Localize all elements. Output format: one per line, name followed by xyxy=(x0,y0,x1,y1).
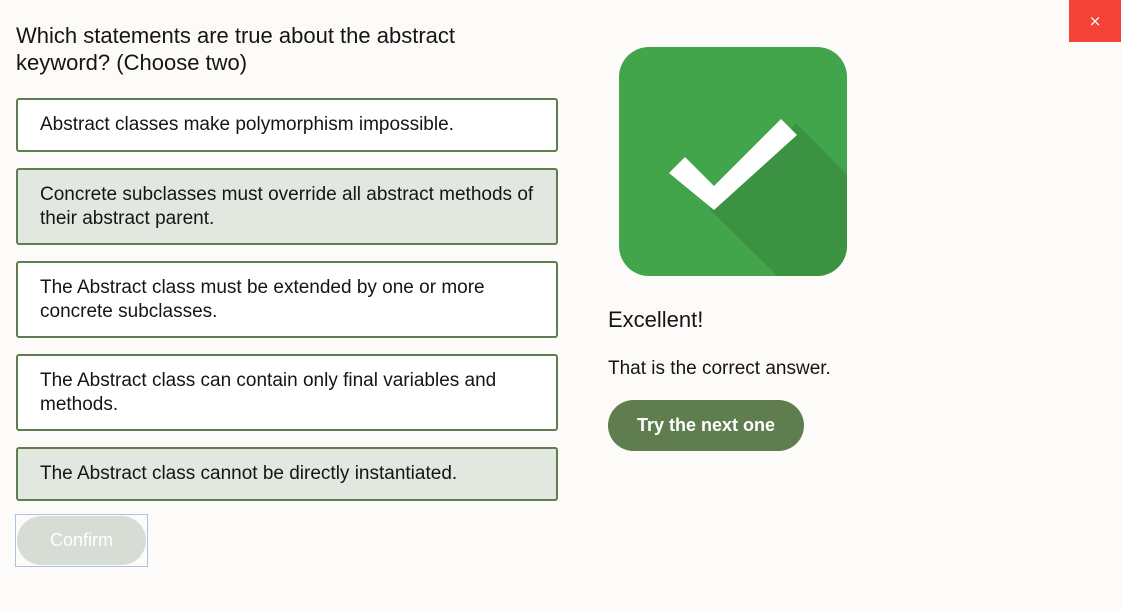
confirm-focus-ring: Confirm xyxy=(15,514,148,567)
question-text: Which statements are true about the abst… xyxy=(16,23,456,75)
feedback-title: Excellent! xyxy=(608,307,704,332)
answer-option-label: Abstract classes make polymorphism impos… xyxy=(40,114,454,135)
answer-option-3[interactable]: The Abstract class must be extended by o… xyxy=(16,261,558,338)
answer-option-label: Concrete subclasses must override all ab… xyxy=(40,183,534,229)
checkmark-icon xyxy=(619,47,847,276)
answer-option-2[interactable]: Concrete subclasses must override all ab… xyxy=(16,168,558,245)
close-icon: × xyxy=(1088,12,1102,30)
feedback-message: That is the correct answer. xyxy=(608,358,831,379)
answer-option-label: The Abstract class must be extended by o… xyxy=(40,276,485,322)
answer-option-label: The Abstract class cannot be directly in… xyxy=(40,463,458,484)
close-button[interactable]: × xyxy=(1069,0,1121,42)
answer-option-1[interactable]: Abstract classes make polymorphism impos… xyxy=(16,98,558,152)
answer-option-4[interactable]: The Abstract class can contain only fina… xyxy=(16,354,558,431)
answer-option-5[interactable]: The Abstract class cannot be directly in… xyxy=(16,447,558,501)
answer-options-list: Abstract classes make polymorphism impos… xyxy=(16,98,558,517)
confirm-button[interactable]: Confirm xyxy=(17,516,146,565)
try-next-button[interactable]: Try the next one xyxy=(608,400,804,451)
answer-option-label: The Abstract class can contain only fina… xyxy=(40,369,497,415)
